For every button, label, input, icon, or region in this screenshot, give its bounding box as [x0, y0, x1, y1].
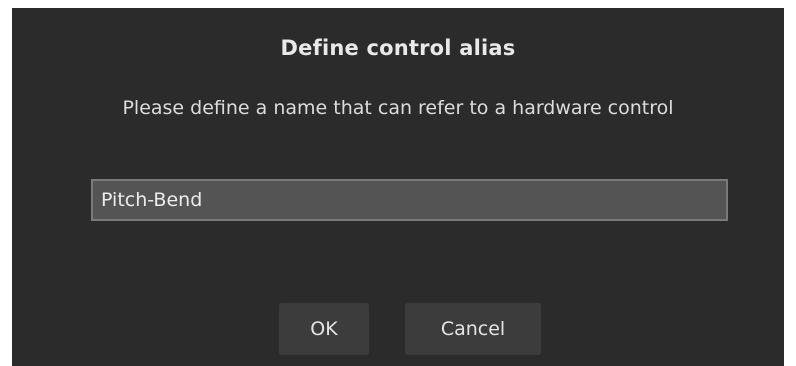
- alias-name-input[interactable]: [91, 179, 728, 221]
- cancel-button[interactable]: Cancel: [405, 303, 541, 355]
- define-control-alias-dialog: Define control alias Please define a nam…: [12, 8, 784, 366]
- dialog-title: Define control alias: [280, 36, 516, 60]
- ok-button[interactable]: OK: [279, 303, 369, 355]
- dialog-prompt: Please define a name that can refer to a…: [122, 97, 674, 119]
